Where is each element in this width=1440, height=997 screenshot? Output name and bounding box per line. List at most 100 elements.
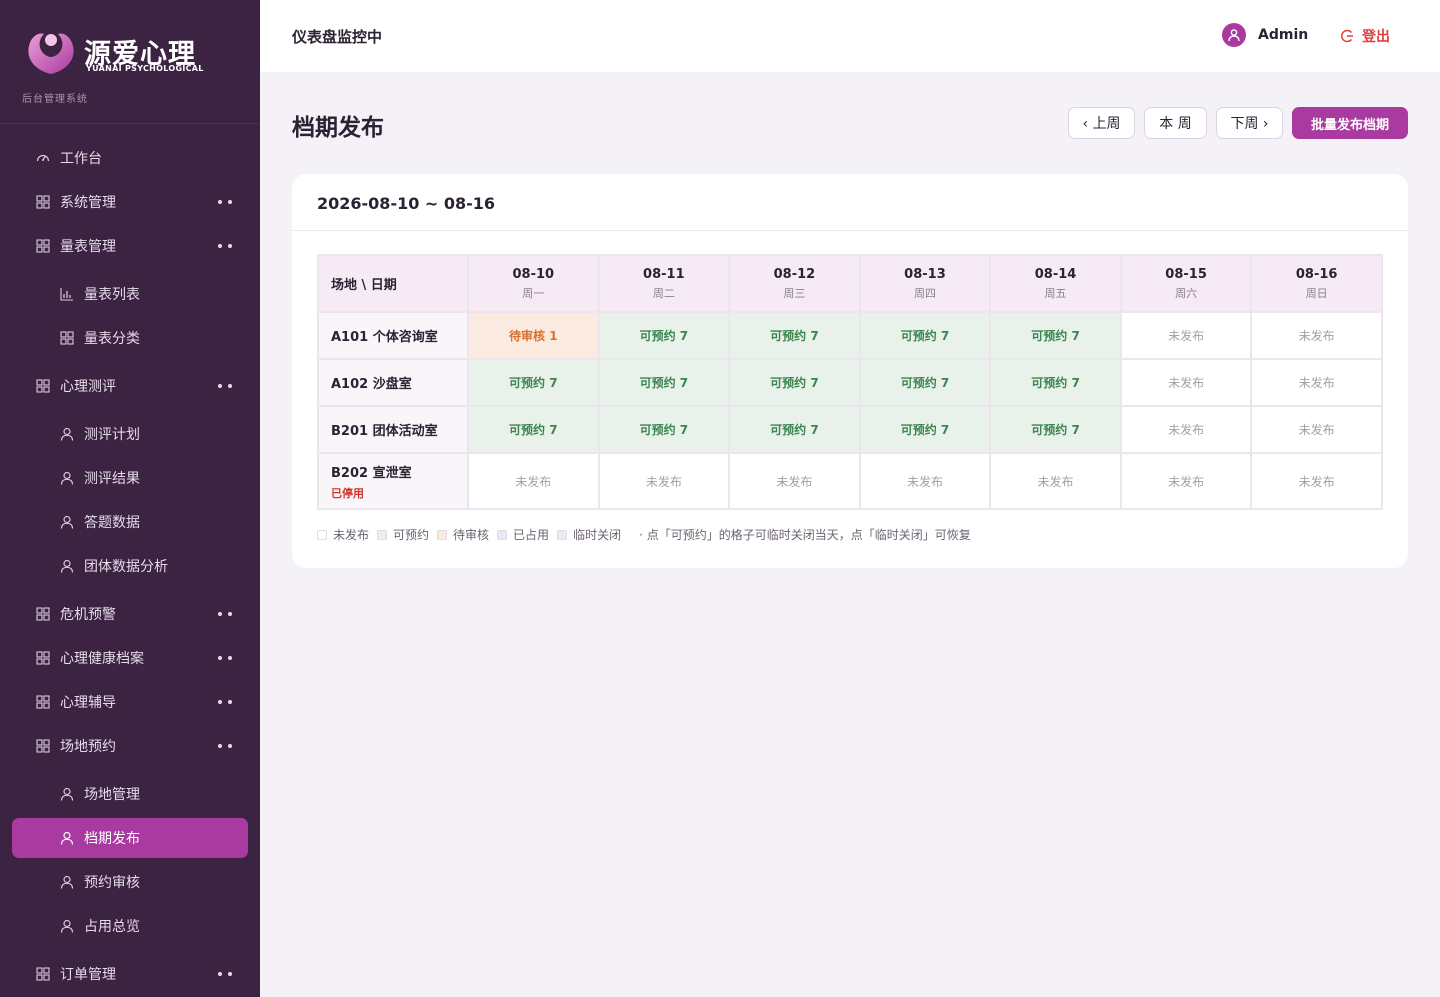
sidebar-item-0[interactable]: 工作台 (0, 136, 260, 180)
sidebar-item-1[interactable]: 系统管理 (0, 180, 260, 224)
sidebar-item-6[interactable]: 测评计划 (0, 412, 260, 456)
avatar[interactable] (1222, 23, 1246, 47)
sidebar-item-10[interactable]: 危机预警 (0, 592, 260, 636)
schedule-cell-available[interactable]: 可预约 7 (858, 311, 992, 360)
prev-week-button[interactable]: ‹ 上周 (1068, 107, 1135, 139)
legend-item: 已占用 (497, 526, 549, 543)
schedule-cell-available[interactable]: 可预约 7 (858, 405, 992, 454)
user-icon (60, 787, 74, 801)
sidebar-item-label: 场地预约 (60, 739, 116, 755)
schedule-cell-available[interactable]: 可预约 7 (597, 311, 731, 360)
this-week-button[interactable]: 本 周 (1144, 107, 1207, 139)
legend-item: 未发布 (317, 526, 369, 543)
sidebar-item-label: 危机预警 (60, 607, 116, 623)
schedule-cell-unpub[interactable]: 未发布 (1250, 358, 1383, 407)
corner-header: 场地 \ 日期 (317, 254, 469, 313)
schedule-cell-unpub[interactable]: 未发布 (1250, 311, 1383, 360)
schedule-cell-available[interactable]: 可预约 7 (989, 311, 1122, 360)
sidebar-item-12[interactable]: 心理辅导 (0, 680, 260, 724)
schedule-card: 2026-08-10 ~ 08-16 场地 \ 日期 08-10 周一 08-11 周… (292, 174, 1408, 568)
sidebar-item-11[interactable]: 心理健康档案 (0, 636, 260, 680)
user-menu[interactable]: Admin (1222, 23, 1308, 47)
sidebar-item-16[interactable]: 预约审核 (0, 860, 260, 904)
legend-label: 临时关闭 (573, 528, 622, 542)
room-name-cell: A102 沙盘室 (317, 358, 469, 407)
legend-label: 可预约 (393, 528, 430, 542)
schedule-cell-unpub[interactable]: 未发布 (1250, 452, 1383, 510)
day-header: 08-13 周四 (858, 254, 992, 313)
sidebar-item-7[interactable]: 测评结果 (0, 456, 260, 500)
schedule-cell-unpub[interactable]: 未发布 (1119, 405, 1253, 454)
schedule-cell-unpub[interactable]: 未发布 (597, 452, 731, 510)
sidebar-item-8[interactable]: 答题数据 (0, 500, 260, 544)
schedule-cell-available[interactable]: 可预约 7 (728, 405, 861, 454)
sidebar: 源爱心理 YUANAI PSYCHOLOGICAL 后台管理系统 工作台 系统管理… (0, 0, 260, 997)
batch-publish-button[interactable]: 批量发布档期 (1292, 107, 1408, 139)
schedule-cell-unpub[interactable]: 未发布 (728, 452, 861, 510)
sidebar-item-4[interactable]: 量表分类 (0, 316, 260, 360)
user-icon (60, 427, 74, 441)
schedule-table: 场地 \ 日期 08-10 周一 08-11 周二 08-12 周三 08-13 周四 08-1… (317, 254, 1383, 510)
grid-icon (36, 967, 50, 981)
schedule-cell-available[interactable]: 可预约 7 (597, 358, 731, 407)
sidebar-item-18[interactable]: 订单管理 (0, 952, 260, 996)
legend-label: 待审核 (453, 528, 490, 542)
schedule-cell-available[interactable]: 可预约 7 (467, 405, 600, 454)
status-badge: 已停用 (331, 486, 364, 500)
more-dots-icon (218, 612, 232, 616)
sidebar-item-label: 系统管理 (60, 195, 116, 211)
schedule-cell-pending[interactable]: 待审核 1 (467, 311, 600, 360)
logout-button[interactable]: 登出 (1340, 26, 1390, 46)
sidebar-item-14[interactable]: 场地管理 (0, 772, 260, 816)
card-header: 2026-08-10 ~ 08-16 (292, 174, 1408, 231)
sidebar-item-5[interactable]: 心理测评 (0, 364, 260, 408)
schedule-cell-available[interactable]: 可预约 7 (989, 405, 1122, 454)
schedule-cell-available[interactable]: 可预约 7 (858, 358, 992, 407)
schedule-cell-unpub[interactable]: 未发布 (1250, 405, 1383, 454)
sidebar-item-17[interactable]: 占用总览 (0, 904, 260, 948)
schedule-cell-unpub[interactable]: 未发布 (989, 452, 1122, 510)
room-name: B201 团体活动室 (331, 424, 438, 439)
sidebar-item-label: 订单管理 (60, 967, 116, 983)
schedule-cell-unpub[interactable]: 未发布 (858, 452, 992, 510)
schedule-cell-unpub[interactable]: 未发布 (1119, 452, 1253, 510)
table-row: A101 个体咨询室 待审核 1 可预约 7 可预约 7 可预约 7 可预约 7 未发布 未发… (317, 311, 1383, 360)
schedule-cell-available[interactable]: 可预约 7 (597, 405, 731, 454)
day-date: 08-15 (1165, 266, 1207, 282)
user-icon (60, 875, 74, 889)
table-row: B201 团体活动室 可预约 7 可预约 7 可预约 7 可预约 7 可预约 7 未发布 未发… (317, 405, 1383, 454)
user-icon (1228, 29, 1240, 42)
day-weekday: 周一 (522, 286, 545, 300)
logo-icon (28, 33, 74, 74)
grid-icon (36, 195, 50, 209)
schedule-cell-unpub[interactable]: 未发布 (467, 452, 600, 510)
sidebar-item-13[interactable]: 场地预约 (0, 724, 260, 768)
sidebar-item-15[interactable]: 档期发布 (0, 816, 260, 860)
day-date: 08-10 (512, 266, 555, 282)
next-week-button[interactable]: 下周 › (1216, 107, 1283, 139)
sidebar-item-2[interactable]: 量表管理 (0, 224, 260, 268)
day-header: 08-15 周六 (1119, 254, 1253, 313)
schedule-cell-available[interactable]: 可预约 7 (467, 358, 600, 407)
room-name: B202 宣泄室 (331, 465, 412, 481)
sidebar-item-9[interactable]: 团体数据分析 (0, 544, 260, 588)
day-header: 08-16 周日 (1250, 254, 1383, 313)
sidebar-item-label: 量表管理 (60, 239, 116, 255)
sidebar-item-3[interactable]: 量表列表 (0, 272, 260, 316)
schedule-cell-available[interactable]: 可预约 7 (728, 358, 861, 407)
schedule-cell-unpub[interactable]: 未发布 (1119, 358, 1253, 407)
room-name-cell: B201 团体活动室 (317, 405, 469, 454)
legend-item: 临时关闭 (557, 526, 621, 543)
day-date: 08-14 (1034, 266, 1077, 282)
schedule-cell-available[interactable]: 可预约 7 (989, 358, 1122, 407)
sidebar-item-label: 团体数据分析 (84, 559, 168, 575)
day-date: 08-12 (773, 266, 816, 282)
user-icon (60, 831, 74, 845)
more-dots-icon (218, 700, 232, 704)
sidebar-item-label: 量表分类 (84, 331, 140, 347)
more-dots-icon (218, 972, 232, 976)
sidebar-item-label: 占用总览 (84, 919, 140, 935)
schedule-cell-available[interactable]: 可预约 7 (728, 311, 861, 360)
room-name: A101 个体咨询室 (331, 330, 438, 345)
schedule-cell-unpub[interactable]: 未发布 (1119, 311, 1253, 360)
